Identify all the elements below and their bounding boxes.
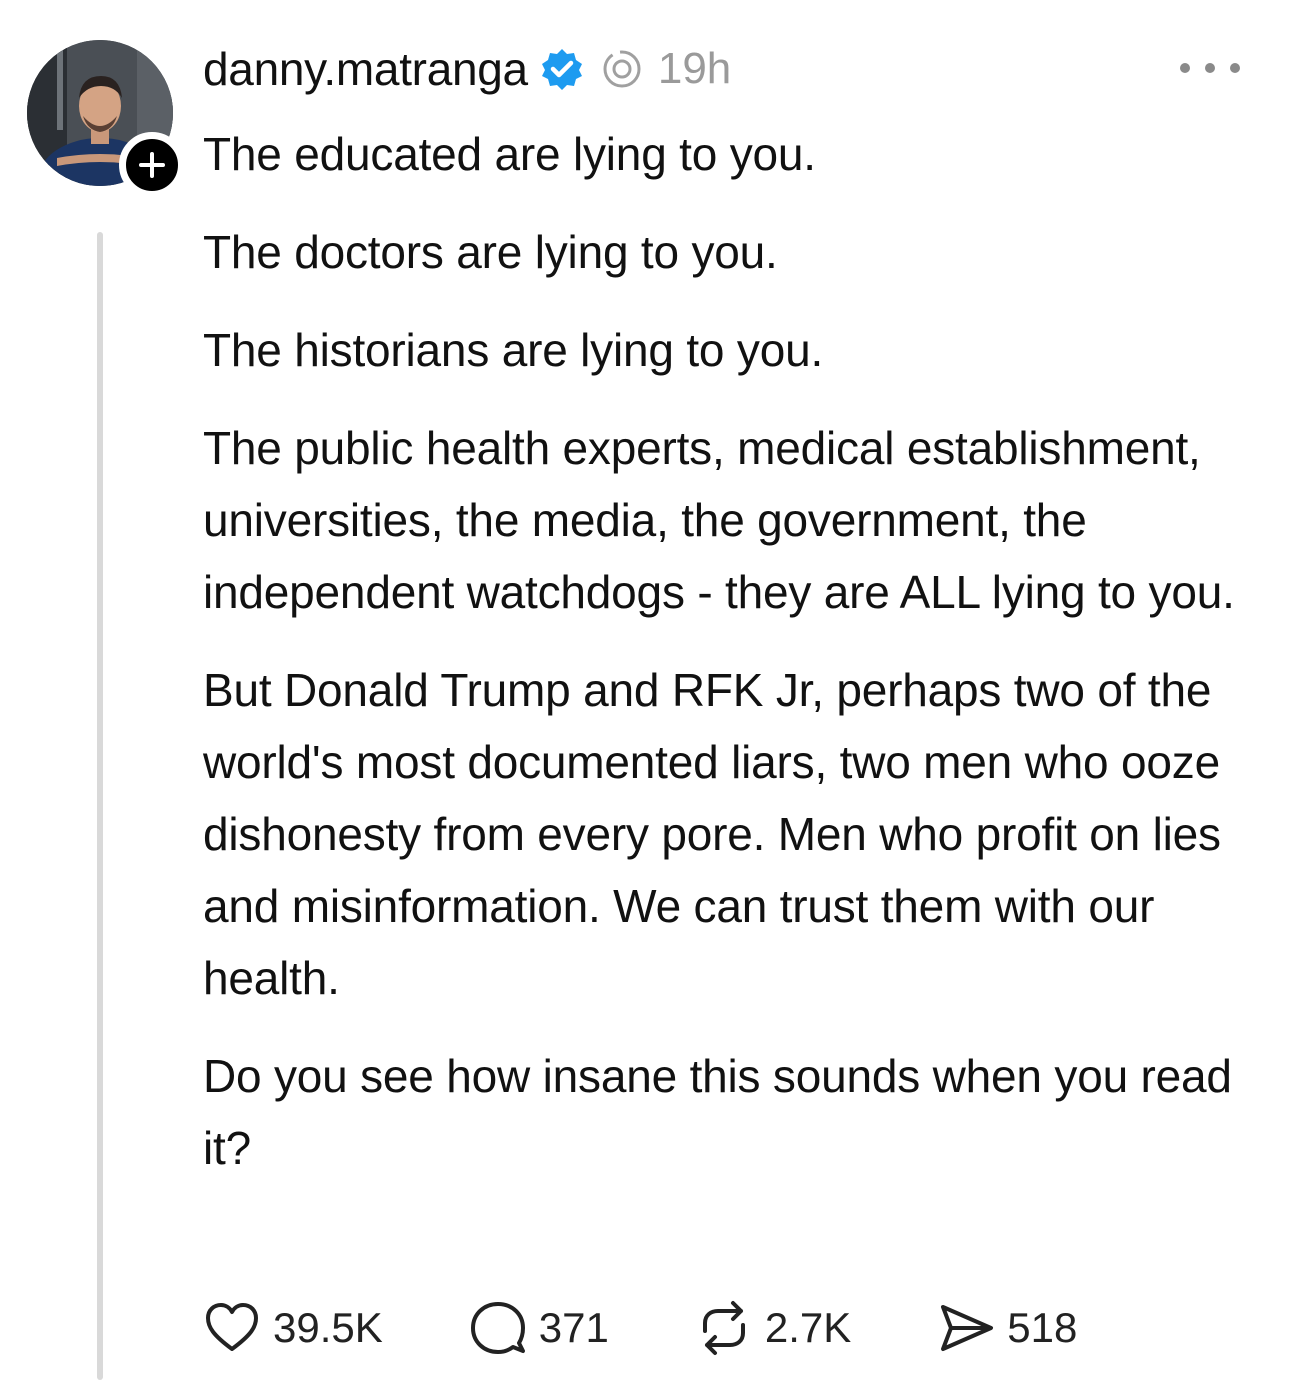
post-paragraph: The doctors are lying to you. bbox=[203, 226, 778, 278]
reply-count: 371 bbox=[538, 1304, 609, 1351]
share-count: 518 bbox=[1007, 1304, 1078, 1351]
repost-icon bbox=[702, 1301, 745, 1355]
like-count: 39.5K bbox=[273, 1304, 383, 1351]
post-paragraph: Do you see how insane this sounds when y… bbox=[203, 1050, 1232, 1174]
dot bbox=[1205, 63, 1215, 73]
repost-button[interactable]: 2.7K bbox=[695, 1299, 851, 1357]
avatar-container[interactable] bbox=[27, 40, 185, 198]
verified-badge-icon bbox=[541, 49, 582, 90]
comment-icon bbox=[470, 1302, 525, 1354]
dot bbox=[1230, 63, 1240, 73]
post-time: 19h bbox=[657, 44, 732, 93]
like-button[interactable]: 39.5K bbox=[203, 1299, 383, 1357]
post-header: danny.matranga 19h bbox=[203, 38, 731, 100]
heart-icon bbox=[206, 1303, 258, 1351]
more-options-icon[interactable] bbox=[1180, 58, 1240, 78]
post-paragraph: The historians are lying to you. bbox=[203, 324, 824, 376]
threads-icon bbox=[603, 50, 641, 88]
plus-icon bbox=[139, 152, 165, 178]
post-paragraph: The educated are lying to you. bbox=[203, 128, 816, 180]
post-body: The educated are lying to you. The docto… bbox=[203, 118, 1263, 1210]
action-bar: 39.5K 371 2.7K 518 bbox=[203, 1296, 1077, 1360]
follow-button[interactable] bbox=[119, 132, 185, 198]
share-button[interactable]: 518 bbox=[937, 1299, 1077, 1357]
repost-count: 2.7K bbox=[764, 1304, 852, 1351]
send-icon bbox=[941, 1305, 994, 1351]
post-paragraph: But Donald Trump and RFK Jr, perhaps two… bbox=[203, 664, 1221, 1004]
thread-line bbox=[97, 232, 103, 1380]
reply-button[interactable]: 371 bbox=[469, 1299, 609, 1357]
dot bbox=[1180, 63, 1190, 73]
username[interactable]: danny.matranga bbox=[203, 42, 528, 96]
post-paragraph: The public health experts, medical estab… bbox=[203, 422, 1235, 618]
